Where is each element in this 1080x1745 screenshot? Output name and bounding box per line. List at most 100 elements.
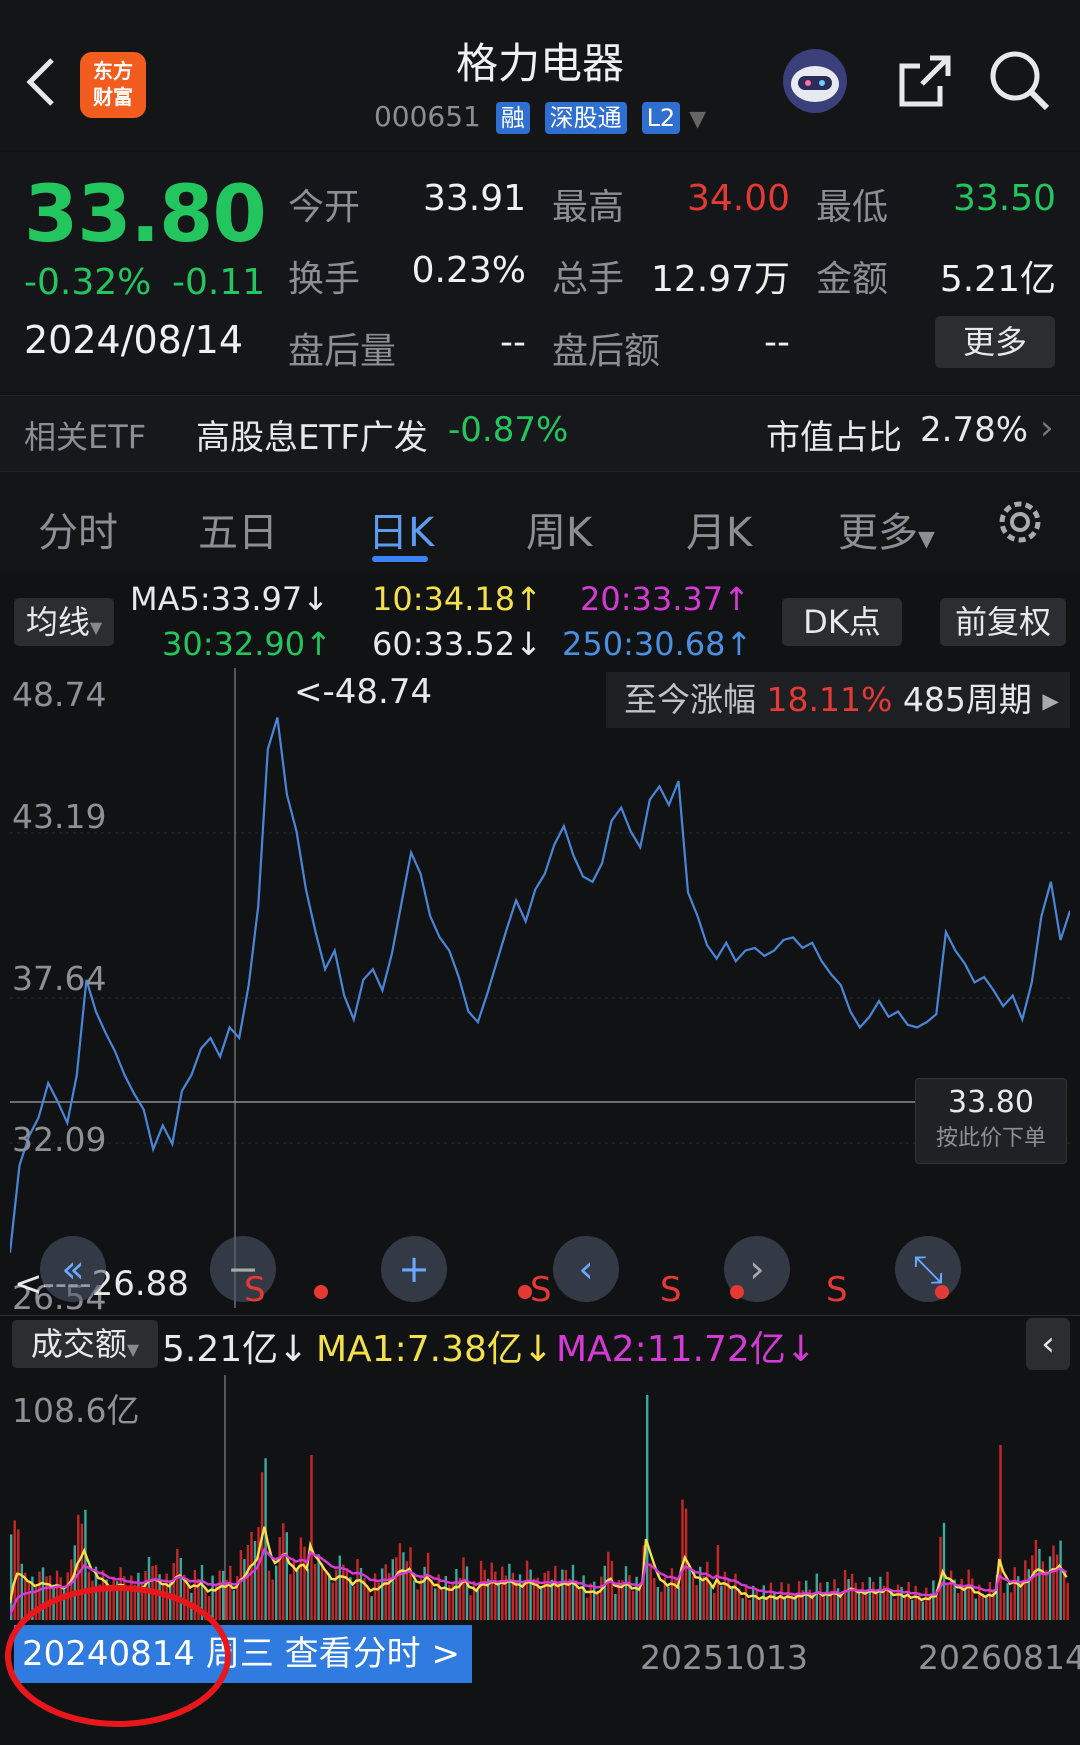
open-label: 今开: [288, 187, 361, 228]
sell-signal: S: [244, 1270, 266, 1310]
max-price-marker: <-48.74: [294, 672, 433, 712]
volume-bar: [1066, 1582, 1069, 1625]
amount-value: 5.21亿: [939, 259, 1056, 300]
after-volume-value: --: [500, 322, 526, 363]
volume-bar: [494, 1571, 497, 1625]
open-value: 33.91: [422, 178, 526, 219]
turnover-value: 0.23%: [411, 250, 526, 291]
volume-bar: [243, 1559, 246, 1625]
range-gain-box[interactable]: 至今涨幅 18.11% 485周期 ▸: [606, 672, 1070, 728]
high-label: 最高: [552, 187, 625, 228]
robot-assistant-icon[interactable]: [780, 46, 850, 116]
volume-bar: [479, 1560, 483, 1625]
volume-bar: [847, 1579, 850, 1625]
ma30-value: 30:32.90↑: [162, 625, 332, 663]
volume-bar: [1006, 1583, 1009, 1625]
volume-bar: [522, 1583, 525, 1625]
stock-code: 000651: [373, 100, 481, 133]
low-label: 最低: [816, 187, 889, 228]
fullscreen-icon[interactable]: ⤡: [895, 1236, 961, 1302]
tab-more-label: 更多: [838, 510, 918, 556]
volume-bar: [879, 1576, 882, 1625]
volume-bar: [282, 1523, 285, 1625]
volume-bar: [257, 1527, 260, 1625]
scroll-left-icon[interactable]: ‹: [553, 1236, 619, 1302]
volume-bar: [483, 1569, 486, 1625]
quote-date: 2024/08/14: [24, 318, 244, 362]
price-chart[interactable]: [10, 668, 1070, 1308]
volume-bar: [271, 1579, 274, 1625]
ma-selector[interactable]: 均线▼: [14, 598, 114, 646]
indicator-selector[interactable]: 成交额▼: [12, 1320, 158, 1368]
volume-bar: [978, 1584, 981, 1625]
volume-bar: [395, 1557, 398, 1625]
volume-bar: [239, 1550, 243, 1625]
volume-bar: [359, 1568, 363, 1625]
zoom-out-icon[interactable]: −: [210, 1236, 276, 1302]
dk-point-button[interactable]: DK点: [782, 598, 902, 646]
volume-bar: [260, 1472, 264, 1625]
volume-bar: [1038, 1549, 1041, 1625]
tab-intraday[interactable]: 分时: [38, 500, 118, 558]
tab-five-day[interactable]: 五日: [198, 500, 278, 558]
volume-bar: [275, 1565, 278, 1625]
volume-bar: [253, 1541, 257, 1625]
divider: [0, 1315, 1080, 1316]
adjust-button[interactable]: 前复权: [940, 598, 1066, 646]
chevron-down-icon[interactable]: ▼: [689, 107, 706, 132]
ma250-value: 250:30.68↑: [562, 625, 753, 663]
order-at-price-label: 按此价下单: [935, 1126, 1046, 1151]
volume-bar: [543, 1572, 546, 1625]
y-label-4: 32.09: [12, 1120, 107, 1159]
ma-selector-label: 均线: [25, 603, 90, 641]
tab-daily-k[interactable]: 日K: [368, 500, 434, 558]
gain-label: 至今涨幅: [624, 680, 756, 719]
volume-bar: [490, 1562, 493, 1625]
more-quote-button[interactable]: 更多: [935, 316, 1055, 368]
volume-bar: [1052, 1545, 1055, 1625]
search-icon[interactable]: [985, 46, 1055, 116]
volume-bar: [706, 1561, 709, 1625]
volume-bar: [868, 1577, 871, 1625]
volume-bar: [381, 1568, 384, 1625]
volume-bar: [338, 1555, 341, 1625]
zoom-in-icon[interactable]: +: [381, 1236, 447, 1302]
volume-bar: [501, 1566, 504, 1625]
chevron-right-icon: ›: [1040, 408, 1054, 448]
market-cap-ratio-label: 市值占比: [766, 418, 902, 458]
ma5-value: MA5:33.97↓: [130, 580, 330, 618]
volume-bar: [988, 1582, 992, 1625]
volume-bar: [805, 1580, 808, 1625]
volume-bar: [571, 1564, 575, 1625]
volume-bar: [819, 1582, 822, 1625]
x-label-mid: 20251013: [640, 1638, 808, 1677]
order-at-price-box[interactable]: 33.80 按此价下单: [915, 1078, 1067, 1164]
volume-bar: [299, 1537, 303, 1625]
tab-weekly-k[interactable]: 周K: [526, 500, 592, 558]
volume-bar: [356, 1559, 359, 1625]
tab-monthly-k[interactable]: 月K: [686, 500, 752, 558]
volume-bar: [607, 1551, 610, 1625]
gain-periods: 485周期: [902, 680, 1032, 719]
y-label-1: 48.74: [12, 675, 107, 714]
price-line: [10, 717, 1070, 1253]
collapse-panel-icon[interactable]: ‹: [1026, 1318, 1070, 1370]
volume-bar: [465, 1566, 469, 1625]
volume-bar: [402, 1552, 405, 1625]
gear-icon[interactable]: [994, 496, 1046, 548]
volume-bar: [437, 1574, 440, 1625]
volume-label: 总手: [552, 259, 625, 300]
volume-bar: [557, 1583, 561, 1625]
volume-bar: [850, 1573, 854, 1625]
volume-bar: [907, 1582, 910, 1625]
volume-bar: [412, 1580, 416, 1625]
low-value: 33.50: [952, 178, 1056, 219]
volume-amount-value: 5.21亿↓: [162, 1329, 309, 1370]
volume-bar: [529, 1569, 532, 1625]
tab-more[interactable]: 更多▼: [838, 500, 935, 558]
volume-bar: [600, 1576, 603, 1625]
after-volume-label: 盘后量: [288, 331, 397, 372]
scroll-to-start-icon[interactable]: «: [40, 1236, 106, 1302]
volume-bar: [780, 1582, 783, 1625]
share-icon[interactable]: [890, 46, 960, 116]
